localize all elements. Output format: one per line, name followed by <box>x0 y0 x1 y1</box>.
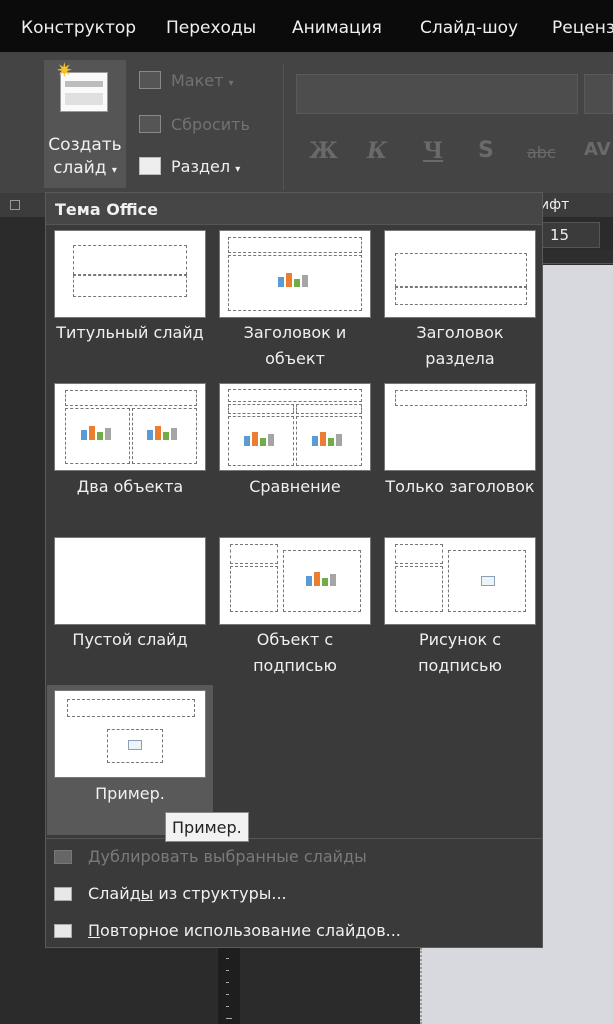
vertical-ruler <box>218 948 240 1024</box>
tab-transitions[interactable]: Переходы <box>166 18 256 38</box>
layout-thumbnail <box>54 537 206 625</box>
font-name-combobox[interactable] <box>296 74 578 114</box>
reset-icon <box>139 115 161 133</box>
layout-thumbnail <box>384 537 536 625</box>
sparkle-icon: ✷ <box>56 58 73 82</box>
content-icon <box>145 424 181 442</box>
section-icon <box>139 157 161 175</box>
chevron-down-icon: ▾ <box>228 78 234 89</box>
tab-animations[interactable]: Анимация <box>292 18 382 38</box>
font-size-field[interactable] <box>540 222 600 248</box>
picture-icon <box>481 576 495 586</box>
char-spacing-icon[interactable]: AV <box>584 139 611 160</box>
ribbon-group-separator <box>283 64 284 190</box>
menu-separator <box>46 838 542 839</box>
bold-button[interactable]: Ж <box>309 138 338 164</box>
slides-from-outline-icon <box>54 887 72 901</box>
tab-slideshow[interactable]: Слайд-шоу <box>420 18 518 38</box>
reuse-slides-icon <box>54 924 72 938</box>
reuse-slides-item[interactable]: Повторное использование слайдов... <box>54 921 401 940</box>
content-icon <box>242 430 278 448</box>
duplicate-slides-item[interactable]: Дублировать выбранные слайды <box>54 847 367 866</box>
new-slide-button[interactable]: ✷ Создать слайд ▾ <box>44 60 126 188</box>
layout-thumbnail <box>384 230 536 318</box>
reset-button[interactable]: Сбросить <box>139 115 250 134</box>
layout-thumbnail <box>219 230 371 318</box>
font-size-combobox[interactable] <box>584 74 613 114</box>
italic-button[interactable]: К <box>367 138 387 164</box>
tab-design[interactable]: Конструктор <box>21 18 136 38</box>
new-slide-label: Создать слайд ▾ <box>48 135 122 178</box>
slide-canvas-lower[interactable] <box>420 948 613 1024</box>
tab-review[interactable]: Реценз <box>552 18 613 38</box>
horizontal-ruler <box>540 250 613 264</box>
content-icon <box>304 570 340 588</box>
chevron-down-icon: ▾ <box>111 165 117 176</box>
layout-button[interactable]: Макет ▾ <box>139 71 234 90</box>
section-button[interactable]: Раздел ▾ <box>139 157 240 176</box>
content-icon <box>310 430 346 448</box>
content-icon <box>79 424 115 442</box>
layout-thumbnail <box>54 383 206 471</box>
ribbon-tab-bar: Конструктор Переходы Анимация Слайд-шоу … <box>0 0 613 52</box>
chevron-down-icon: ▾ <box>235 164 241 175</box>
layout-icon <box>139 71 161 89</box>
gallery-title: Тема Office <box>55 200 158 219</box>
duplicate-slides-icon <box>54 850 72 864</box>
layout-thumbnail <box>54 230 206 318</box>
layout-thumbnail <box>219 537 371 625</box>
font-group-label: ифт <box>540 197 570 213</box>
font-size-value: 15 <box>550 226 570 244</box>
content-icon <box>276 271 312 289</box>
picture-icon <box>128 740 142 750</box>
layout-thumbnail <box>384 383 536 471</box>
layout-thumbnail <box>219 383 371 471</box>
dialog-launcher-icon[interactable] <box>10 200 20 210</box>
new-slide-gallery: Тема Office Титульный слайд Заголовок ио… <box>45 192 543 948</box>
layout-thumbnail <box>54 690 206 778</box>
layout-tooltip: Пример. <box>165 812 249 842</box>
slides-from-outline-item[interactable]: Слайды из структуры... <box>54 884 287 903</box>
slide-canvas[interactable] <box>540 265 613 1024</box>
gallery-header: Тема Office <box>46 193 542 225</box>
shadow-button[interactable]: S <box>478 138 494 163</box>
underline-button[interactable]: Ч <box>423 138 443 164</box>
strikethrough-button[interactable]: abc <box>527 143 556 162</box>
